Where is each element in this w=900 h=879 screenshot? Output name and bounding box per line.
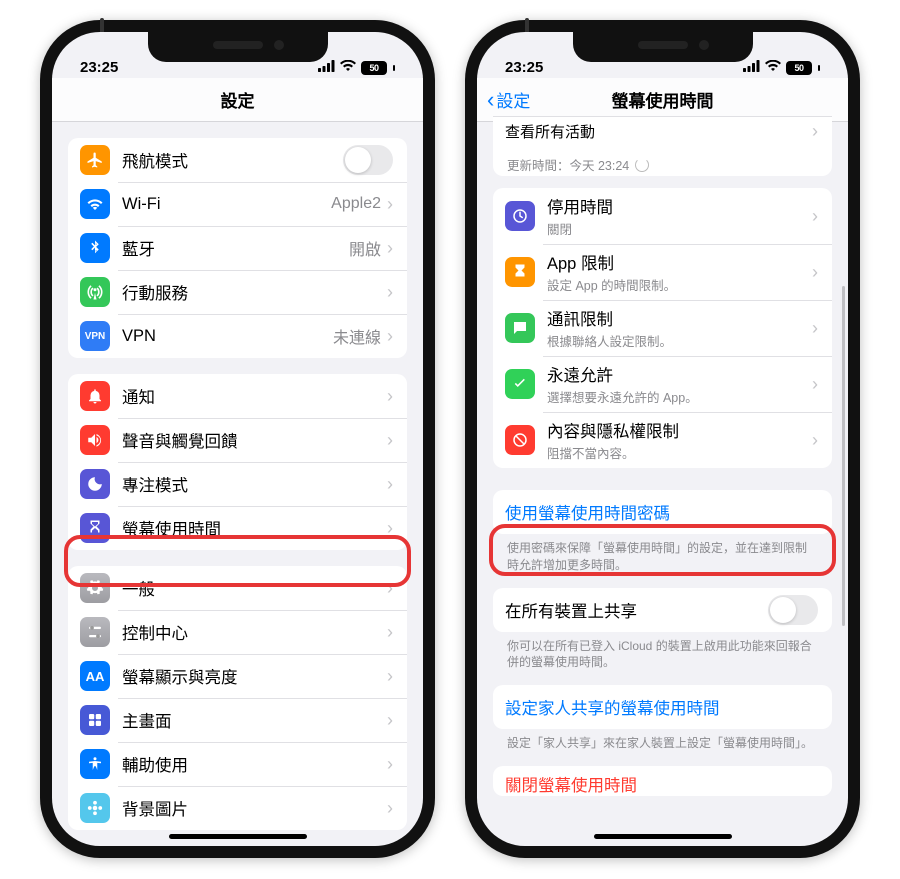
chevron-right-icon: › — [387, 282, 393, 303]
home-indicator[interactable] — [169, 834, 307, 839]
scrollbar[interactable] — [842, 286, 845, 626]
phone-right: 23:25 50 ‹ 設定 螢幕使用時間 查看所有活動 › 更新時間：今天 — [465, 20, 860, 858]
chevron-right-icon: › — [812, 262, 818, 283]
status-time: 23:25 — [505, 59, 543, 76]
chevron-right-icon: › — [387, 194, 393, 215]
row-accessibility[interactable]: 輔助使用 › — [68, 742, 407, 786]
wifi-icon — [80, 189, 110, 219]
antenna-icon — [80, 277, 110, 307]
row-airplane[interactable]: 飛航模式 — [68, 138, 407, 182]
gear-icon — [80, 573, 110, 603]
update-time: 更新時間：今天 23:24 — [493, 151, 832, 176]
clock-icon — [505, 201, 535, 231]
row-content-privacy[interactable]: 內容與隱私權限制阻擋不當內容。 › — [493, 412, 832, 468]
row-homescreen[interactable]: 主畫面 › — [68, 698, 407, 742]
row-use-passcode[interactable]: 使用螢幕使用時間密碼 — [493, 490, 832, 534]
passcode-footer: 使用密碼來保障「螢幕使用時間」的設定，並在達到限制時允許增加更多時間。 — [477, 534, 848, 574]
row-general[interactable]: 一般 › — [68, 566, 407, 610]
signal-icon — [743, 59, 760, 76]
chevron-right-icon: › — [387, 238, 393, 259]
row-share-devices[interactable]: 在所有裝置上共享 — [493, 588, 832, 632]
chevron-right-icon: › — [387, 518, 393, 539]
family-footer: 設定「家人共享」來在家人裝置上設定「螢幕使用時間」。 — [477, 729, 848, 752]
chevron-right-icon: › — [387, 430, 393, 451]
row-always-allowed[interactable]: 永遠允許選擇想要永遠允許的 App。 › — [493, 356, 832, 412]
share-footer: 你可以在所有已登入 iCloud 的裝置上啟用此功能來回報合併的螢幕使用時間。 — [477, 632, 848, 672]
row-focus[interactable]: 專注模式 › — [68, 462, 407, 506]
back-button[interactable]: ‹ 設定 — [487, 87, 530, 112]
wifi-icon — [340, 59, 356, 76]
settings-list[interactable]: 飛航模式 Wi-Fi Apple2 › 藍牙 開啟 › 行動服務 — [52, 122, 423, 846]
page-title: 設定 — [221, 87, 255, 112]
status-time: 23:25 — [80, 59, 118, 76]
row-vpn[interactable]: VPN VPN 未連線 › — [68, 314, 407, 358]
row-screentime[interactable]: 螢幕使用時間 › — [68, 506, 407, 550]
airplane-toggle[interactable] — [343, 145, 393, 175]
row-cellular[interactable]: 行動服務 › — [68, 270, 407, 314]
chevron-right-icon: › — [387, 754, 393, 775]
row-sounds[interactable]: 聲音與觸覺回饋 › — [68, 418, 407, 462]
share-toggle[interactable] — [768, 595, 818, 625]
row-bluetooth[interactable]: 藍牙 開啟 › — [68, 226, 407, 270]
nav-bar: 設定 — [52, 78, 423, 122]
chevron-left-icon: ‹ — [487, 89, 494, 111]
text-size-icon: AA — [80, 661, 110, 691]
wifi-icon — [765, 59, 781, 76]
row-comm-limits[interactable]: 通訊限制根據聯絡人設定限制。 › — [493, 300, 832, 356]
screen: 23:25 50 ‹ 設定 螢幕使用時間 查看所有活動 › 更新時間：今天 — [477, 32, 848, 846]
row-turnoff[interactable]: 關閉螢幕使用時間 — [493, 766, 832, 796]
page-title: 螢幕使用時間 — [612, 87, 714, 112]
row-applimits[interactable]: App 限制設定 App 的時間限制。 › — [493, 244, 832, 300]
screen: 23:25 50 設定 飛航模式 Wi-Fi Apple2 — [52, 32, 423, 846]
chevron-right-icon: › — [387, 798, 393, 819]
chevron-right-icon: › — [387, 474, 393, 495]
row-wallpaper[interactable]: 背景圖片 › — [68, 786, 407, 830]
bell-icon — [80, 381, 110, 411]
notch — [573, 32, 753, 62]
row-see-all[interactable]: 查看所有活動 › — [493, 117, 832, 151]
airplane-icon — [80, 145, 110, 175]
row-downtime[interactable]: 停用時間關閉 › — [493, 188, 832, 244]
row-family[interactable]: 設定家人共享的螢幕使用時間 — [493, 685, 832, 729]
bluetooth-icon — [80, 233, 110, 263]
chevron-right-icon: › — [387, 710, 393, 731]
chevron-right-icon: › — [387, 578, 393, 599]
hourglass-icon — [505, 257, 535, 287]
grid-icon — [80, 705, 110, 735]
chevron-right-icon: › — [387, 622, 393, 643]
chevron-right-icon: › — [812, 121, 818, 142]
spinner-icon — [635, 158, 649, 172]
chevron-right-icon: › — [387, 386, 393, 407]
vpn-icon: VPN — [80, 321, 110, 351]
chat-icon — [505, 313, 535, 343]
sliders-icon — [80, 617, 110, 647]
chevron-right-icon: › — [812, 374, 818, 395]
accessibility-icon — [80, 749, 110, 779]
no-entry-icon — [505, 425, 535, 455]
home-indicator[interactable] — [594, 834, 732, 839]
notch — [148, 32, 328, 62]
chevron-right-icon: › — [812, 206, 818, 227]
phone-left: 23:25 50 設定 飛航模式 Wi-Fi Apple2 — [40, 20, 435, 858]
row-notifications[interactable]: 通知 › — [68, 374, 407, 418]
hourglass-icon — [80, 513, 110, 543]
row-display[interactable]: AA 螢幕顯示與亮度 › — [68, 654, 407, 698]
speaker-icon — [80, 425, 110, 455]
flower-icon — [80, 793, 110, 823]
check-icon — [505, 369, 535, 399]
chevron-right-icon: › — [387, 666, 393, 687]
moon-icon — [80, 469, 110, 499]
chevron-right-icon: › — [812, 318, 818, 339]
screentime-content[interactable]: 查看所有活動 › 更新時間：今天 23:24 停用時間關閉 › App 限制設定… — [477, 116, 848, 840]
row-wifi[interactable]: Wi-Fi Apple2 › — [68, 182, 407, 226]
battery-icon: 50 — [786, 61, 812, 75]
battery-icon: 50 — [361, 61, 387, 75]
chevron-right-icon: › — [812, 430, 818, 451]
chevron-right-icon: › — [387, 326, 393, 347]
signal-icon — [318, 59, 335, 76]
row-control-center[interactable]: 控制中心 › — [68, 610, 407, 654]
